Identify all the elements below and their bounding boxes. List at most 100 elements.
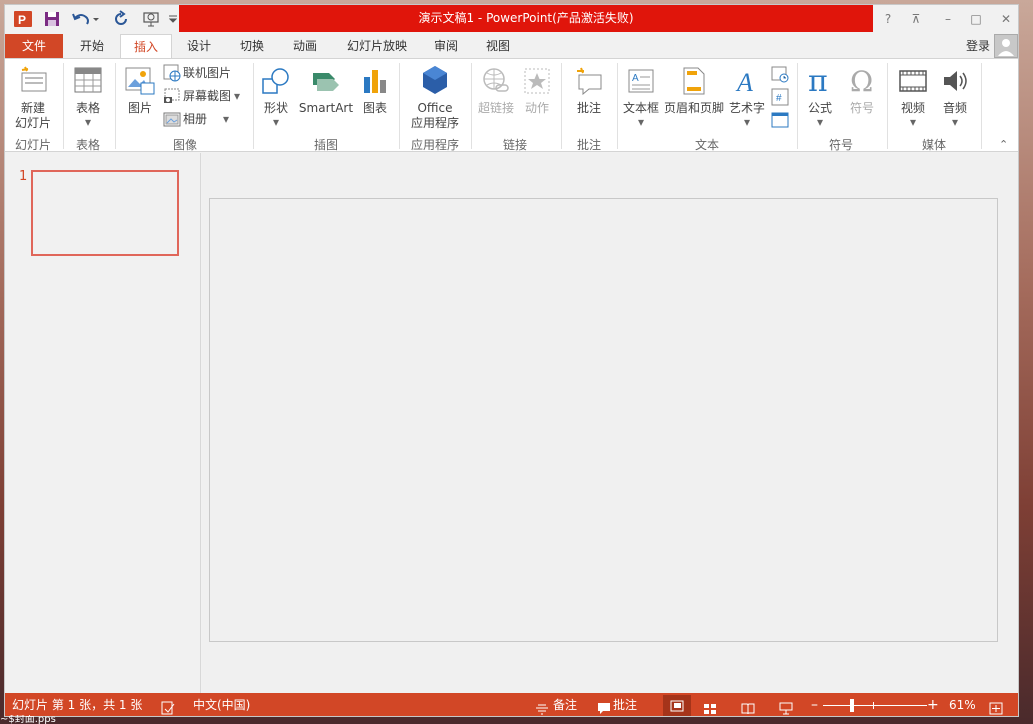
- normal-view-button[interactable]: [663, 695, 691, 716]
- symbol-button[interactable]: Ω 符号: [843, 65, 881, 131]
- wordart-button[interactable]: A 艺术字 ▾: [727, 65, 767, 131]
- maximize-button[interactable]: □: [965, 9, 987, 29]
- ribbon-display-options-button[interactable]: ⊼: [905, 9, 927, 29]
- table-button[interactable]: 表格 ▾: [67, 65, 109, 131]
- collapse-ribbon-icon[interactable]: ⌃: [999, 138, 1013, 151]
- comment-button[interactable]: 批注: [565, 65, 613, 131]
- save-icon[interactable]: [41, 8, 63, 30]
- notes-icon: [535, 699, 549, 716]
- language-status[interactable]: 中文(中国): [193, 693, 250, 716]
- tab-design[interactable]: 设计: [175, 34, 223, 59]
- close-button[interactable]: ✕: [995, 9, 1017, 29]
- customize-qat-icon[interactable]: [167, 8, 179, 30]
- tab-animations[interactable]: 动画: [280, 34, 330, 59]
- status-bar: 幻灯片 第 1 张，共 1 张 中文(中国) 备注 批注 – + 61%: [5, 693, 1018, 716]
- spelling-check-icon[interactable]: [161, 699, 175, 716]
- ribbon-separator: [981, 63, 982, 149]
- screenshot-icon: [164, 88, 180, 103]
- online-picture-button[interactable]: 联机图片: [163, 63, 231, 83]
- avatar[interactable]: [994, 34, 1018, 58]
- online-picture-label: 联机图片: [183, 66, 232, 80]
- shapes-button[interactable]: 形状 ▾: [257, 65, 295, 131]
- tab-transitions[interactable]: 切换: [227, 34, 277, 59]
- screenshot-button[interactable]: 屏幕截图 ▾: [163, 86, 240, 106]
- video-button[interactable]: 视频 ▾: [893, 65, 933, 131]
- group-label-text: 文本: [694, 138, 719, 152]
- audio-label: 音频: [942, 101, 967, 115]
- omega-icon: Ω: [850, 65, 873, 95]
- tab-review[interactable]: 审阅: [423, 34, 469, 59]
- chart-button[interactable]: 图表: [357, 65, 393, 131]
- ribbon-separator: [63, 63, 64, 149]
- svg-text:π: π: [808, 65, 828, 95]
- date-time-icon[interactable]: [771, 65, 789, 83]
- powerpoint-app-icon[interactable]: P: [9, 8, 37, 30]
- reading-view-icon[interactable]: [741, 699, 755, 716]
- slideshow-view-icon[interactable]: [779, 699, 793, 716]
- svg-text:Ω: Ω: [850, 65, 873, 95]
- zoom-out-button[interactable]: –: [811, 693, 818, 716]
- ribbon-separator: [617, 63, 618, 149]
- normal-view-icon: [670, 700, 684, 711]
- zoom-slider-thumb[interactable]: [850, 699, 854, 712]
- table-label: 表格: [75, 101, 100, 115]
- sign-in-link[interactable]: 登录: [966, 34, 990, 59]
- notes-button[interactable]: 备注: [553, 693, 577, 716]
- pi-icon: π: [808, 65, 828, 95]
- shapes-icon: [262, 68, 289, 94]
- ribbon-separator: [399, 63, 400, 149]
- tab-insert[interactable]: 插入: [120, 34, 172, 60]
- minimize-button[interactable]: –: [937, 9, 959, 29]
- office-apps-icon: [423, 66, 447, 94]
- tab-home[interactable]: 开始: [67, 34, 117, 59]
- comments-button[interactable]: 批注: [613, 693, 637, 716]
- object-icon[interactable]: [771, 111, 789, 129]
- chart-label: 图表: [362, 101, 387, 115]
- slide-sorter-view-icon[interactable]: [703, 699, 717, 716]
- ribbon-separator: [115, 63, 116, 149]
- chart-icon: [364, 70, 386, 93]
- slide-number-icon[interactable]: #: [771, 88, 789, 106]
- wordart-label: 艺术字: [728, 101, 765, 115]
- zoom-level[interactable]: 61%: [949, 693, 976, 716]
- new-slide-icon: [21, 66, 47, 92]
- zoom-in-button[interactable]: +: [927, 693, 939, 716]
- header-footer-button[interactable]: 页眉和页脚: [661, 65, 727, 131]
- hyperlink-label: 超链接: [477, 101, 514, 115]
- screenshot-dropdown-icon[interactable]: ▾: [234, 86, 240, 106]
- smartart-button[interactable]: SmartArt: [297, 65, 355, 131]
- equation-button[interactable]: π 公式 ▾: [801, 65, 839, 131]
- help-button[interactable]: ?: [877, 9, 899, 29]
- office-apps-button[interactable]: Office 应用程序: [403, 65, 467, 131]
- album-dropdown-icon[interactable]: ▾: [223, 109, 229, 129]
- ribbon-separator: [887, 63, 888, 149]
- new-slide-button[interactable]: 新建 幻灯片: [7, 65, 59, 131]
- smartart-icon: [313, 73, 339, 91]
- tab-view[interactable]: 视图: [475, 34, 521, 59]
- start-slideshow-icon[interactable]: [139, 8, 163, 30]
- slide-canvas[interactable]: [209, 198, 998, 642]
- photo-album-label: 相册: [183, 112, 208, 126]
- ribbon-insert: 新建 幻灯片 幻灯片 表格 ▾ 表格 图片 联机图片 屏幕截图 ▾ 相册 ▾ 图…: [5, 58, 1018, 152]
- hyperlink-button[interactable]: 超链接: [475, 65, 517, 131]
- new-slide-label-1: 新建: [20, 101, 45, 115]
- svg-text:#: #: [776, 93, 782, 104]
- tab-file[interactable]: 文件: [5, 34, 63, 59]
- header-footer-icon: [683, 67, 705, 95]
- fit-to-window-icon[interactable]: [989, 699, 1003, 716]
- group-label-comments: 批注: [576, 138, 601, 152]
- undo-icon[interactable]: [69, 8, 101, 30]
- office-apps-label-1: Office: [417, 101, 453, 115]
- slide-thumbnail[interactable]: [31, 170, 179, 256]
- audio-button[interactable]: 音频 ▾: [935, 65, 975, 131]
- zoom-slider-track[interactable]: [823, 705, 927, 706]
- svg-text:A: A: [735, 68, 753, 95]
- group-label-slides: 幻灯片: [14, 138, 51, 152]
- picture-button[interactable]: 图片: [121, 65, 159, 131]
- action-button[interactable]: 动作: [519, 65, 555, 131]
- textbox-icon: A: [628, 69, 654, 93]
- tab-slideshow[interactable]: 幻灯片放映: [337, 34, 417, 59]
- redo-icon[interactable]: [109, 8, 133, 30]
- textbox-button[interactable]: A 文本框 ▾: [621, 65, 661, 131]
- photo-album-button[interactable]: 相册 ▾: [163, 109, 229, 129]
